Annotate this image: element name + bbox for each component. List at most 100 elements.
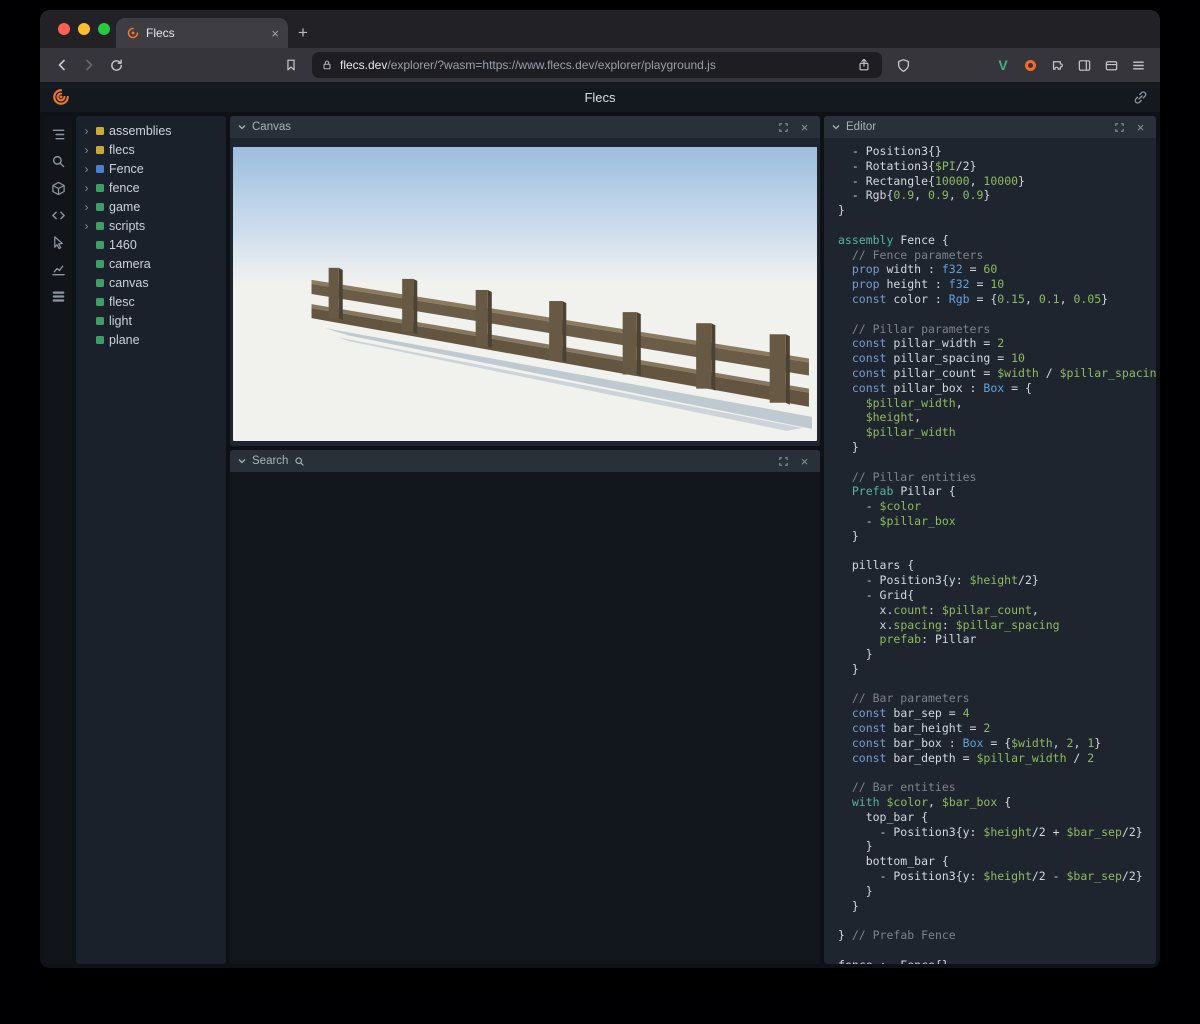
- editor-code[interactable]: - Position3{} - Rotation3{$PI/2} - Recta…: [824, 138, 1156, 964]
- browser-tab-flecs[interactable]: Flecs ×: [116, 18, 288, 48]
- entity-kind-swatch: [96, 336, 104, 344]
- cube-icon[interactable]: [46, 176, 70, 200]
- tree-item-scripts[interactable]: › scripts: [82, 216, 226, 235]
- code-line: const pillar_spacing = 10: [838, 351, 1156, 366]
- tool-icon-strip: [44, 116, 72, 964]
- entity-tree-icon[interactable]: [46, 122, 70, 146]
- code-line: } // Prefab Fence: [838, 928, 1156, 943]
- url-path: /explorer/?wasm=https://www.flecs.dev/ex…: [387, 58, 715, 72]
- flecs-logo[interactable]: [52, 88, 70, 106]
- bookmark-icon[interactable]: [279, 53, 303, 77]
- entity-kind-swatch: [96, 241, 104, 249]
- app-header: Flecs: [40, 82, 1160, 112]
- expand-chevron-icon[interactable]: ›: [82, 220, 91, 232]
- reload-button[interactable]: [104, 53, 128, 77]
- tree-item-flecs[interactable]: ›flecs: [82, 140, 226, 159]
- editor-panel-header[interactable]: Editor ×: [824, 116, 1156, 138]
- minimize-window-button[interactable]: [78, 23, 90, 35]
- zoom-window-button[interactable]: [98, 23, 110, 35]
- inspect-icon[interactable]: [46, 230, 70, 254]
- tree-item-assemblies[interactable]: ›assemblies: [82, 121, 226, 140]
- code-line: [838, 913, 1156, 928]
- close-panel-icon[interactable]: ×: [797, 120, 812, 135]
- address-bar[interactable]: flecs.dev/explorer/?wasm=https://www.fle…: [312, 52, 882, 78]
- code-line: assembly Fence {: [838, 233, 1156, 248]
- back-button[interactable]: [50, 53, 74, 77]
- menu-icon[interactable]: [1126, 53, 1150, 77]
- tree-item-label: flesc: [109, 295, 135, 309]
- canvas-panel: Canvas ×: [230, 116, 820, 446]
- close-window-button[interactable]: [58, 23, 70, 35]
- new-tab-button[interactable]: +: [288, 18, 318, 48]
- code-icon[interactable]: [46, 203, 70, 227]
- canvas-3d-view[interactable]: [233, 147, 817, 441]
- code-line: Prefab Pillar {: [838, 484, 1156, 499]
- tree-item-fence[interactable]: ›fence: [82, 178, 226, 197]
- close-panel-icon[interactable]: ×: [1133, 120, 1148, 135]
- tree-item-canvas[interactable]: canvas: [82, 273, 226, 292]
- sidebar-toggle-icon[interactable]: [1072, 53, 1096, 77]
- tree-item-label: scripts: [109, 219, 145, 233]
- page-title: Flecs: [40, 90, 1160, 105]
- code-line: const bar_depth = $pillar_width / 2: [838, 751, 1156, 766]
- wallet-icon[interactable]: [1099, 53, 1123, 77]
- tab-close-icon[interactable]: ×: [271, 27, 279, 40]
- canvas-panel-header[interactable]: Canvas ×: [230, 116, 820, 138]
- search-results-area[interactable]: [230, 472, 820, 964]
- expand-chevron-icon[interactable]: ›: [82, 125, 91, 137]
- tree-item-label: 1460: [109, 238, 137, 252]
- extension-v-icon[interactable]: V: [991, 53, 1015, 77]
- close-panel-icon[interactable]: ×: [797, 454, 812, 469]
- rows-icon[interactable]: [46, 284, 70, 308]
- code-line: prefab: Pillar: [838, 632, 1156, 647]
- code-line: fence :- Fence{}: [838, 958, 1156, 964]
- collapse-chevron-icon[interactable]: [238, 124, 246, 130]
- expand-chevron-icon[interactable]: ›: [82, 163, 91, 175]
- canvas-viewport-wrap: [230, 138, 820, 446]
- code-line: - Rotation3{$PI/2}: [838, 159, 1156, 174]
- expand-panel-icon[interactable]: [776, 454, 791, 469]
- stats-icon[interactable]: [46, 257, 70, 281]
- tree-item-flesc[interactable]: flesc: [82, 292, 226, 311]
- share-icon[interactable]: [855, 56, 873, 74]
- shield-icon[interactable]: [891, 53, 915, 77]
- code-line: }: [838, 839, 1156, 854]
- tree-item-camera[interactable]: camera: [82, 254, 226, 273]
- code-line: - Position3{y: $height/2}: [838, 573, 1156, 588]
- code-line: [838, 544, 1156, 559]
- tree-item-Fence[interactable]: ›Fence: [82, 159, 226, 178]
- url-domain: flecs.dev: [340, 58, 387, 72]
- extension-orange-icon[interactable]: [1018, 53, 1042, 77]
- code-line: bottom_bar {: [838, 854, 1156, 869]
- code-line: [838, 218, 1156, 233]
- tree-item-1460[interactable]: 1460: [82, 235, 226, 254]
- collapse-chevron-icon[interactable]: [238, 458, 246, 464]
- entity-kind-swatch: [96, 184, 104, 192]
- entity-kind-swatch: [96, 317, 104, 325]
- collapse-chevron-icon[interactable]: [832, 124, 840, 130]
- code-line: const pillar_width = 2: [838, 336, 1156, 351]
- code-line: - Rgb{0.9, 0.9, 0.9}: [838, 188, 1156, 203]
- extensions-puzzle-icon[interactable]: [1045, 53, 1069, 77]
- expand-panel-icon[interactable]: [776, 120, 791, 135]
- search-icon[interactable]: [46, 149, 70, 173]
- expand-chevron-icon[interactable]: ›: [82, 182, 91, 194]
- code-line: [838, 765, 1156, 780]
- tree-item-game[interactable]: › game: [82, 197, 226, 216]
- entity-kind-swatch: [96, 298, 104, 306]
- search-panel-header[interactable]: Search ×: [230, 450, 820, 472]
- desktop: Flecs × + flecs.dev/explorer/?wasm=https…: [0, 0, 1200, 1024]
- expand-chevron-icon[interactable]: ›: [82, 144, 91, 156]
- search-mini-icon: [294, 456, 305, 467]
- tree-item-plane[interactable]: plane: [82, 330, 226, 349]
- code-line: x.spacing: $pillar_spacing: [838, 618, 1156, 633]
- tree-item-light[interactable]: light: [82, 311, 226, 330]
- expand-panel-icon[interactable]: [1112, 120, 1127, 135]
- forward-button[interactable]: [77, 53, 101, 77]
- tree-item-label: game: [109, 200, 140, 214]
- code-line: $height,: [838, 410, 1156, 425]
- code-line: - Position3{}: [838, 144, 1156, 159]
- code-line: // Fence parameters: [838, 248, 1156, 263]
- share-link-icon[interactable]: [1133, 90, 1148, 105]
- expand-chevron-icon[interactable]: ›: [82, 201, 91, 213]
